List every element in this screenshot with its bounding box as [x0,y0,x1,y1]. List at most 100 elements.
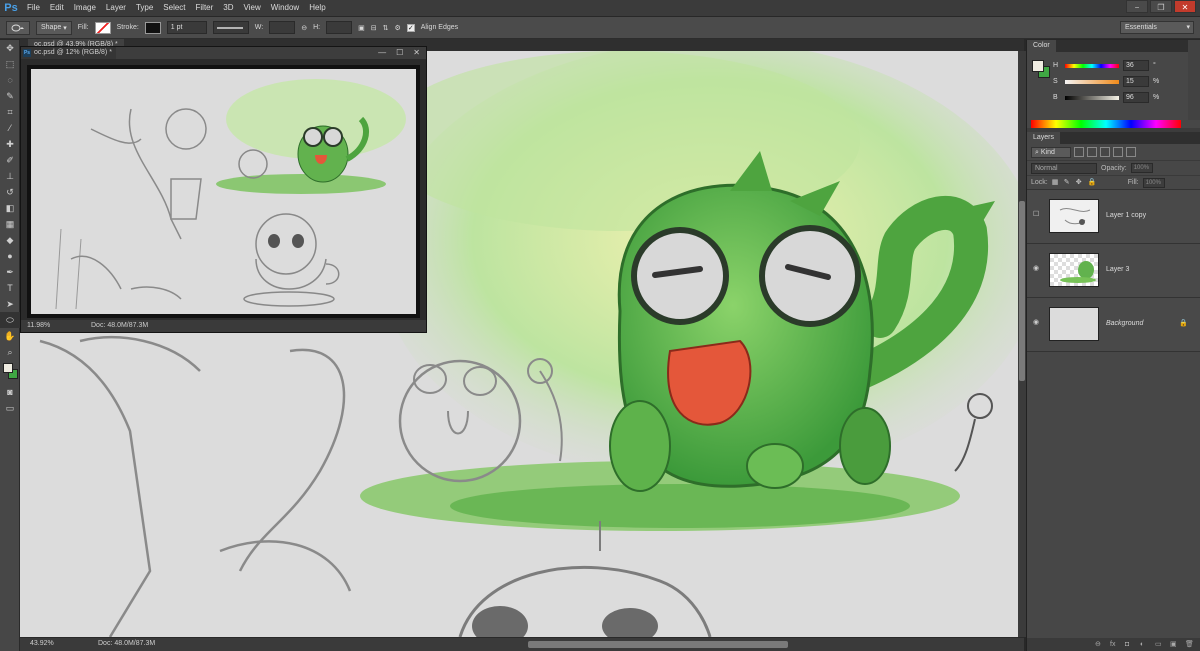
zoom-level[interactable]: 43.92% [30,640,54,647]
lock-all-icon[interactable]: 🔒 [1088,179,1097,187]
minimize-button[interactable]: − [1126,0,1148,13]
quick-select-tool-icon[interactable]: ✎ [0,88,20,104]
menu-layer[interactable]: Layer [101,0,131,16]
horizontal-scroll-thumb[interactable] [528,641,788,648]
layer-row[interactable]: ◉ Background 🔒 [1027,298,1200,352]
path-arrangement-icon[interactable]: ⇅ [383,24,389,32]
quick-mask-icon[interactable]: ◙ [0,384,20,400]
clone-stamp-tool-icon[interactable]: ⊥ [0,168,20,184]
lock-position-icon[interactable]: ✥ [1076,179,1084,187]
floating-window-titlebar[interactable]: Ps oc.psd @ 12% (RGB/8) * — ☐ ✕ [21,47,426,59]
dodge-tool-icon[interactable]: ● [0,248,20,264]
filter-adjustment-icon[interactable] [1087,147,1097,157]
blend-mode-select[interactable]: Normal [1031,162,1097,174]
gradient-tool-icon[interactable]: ▦ [0,216,20,232]
menu-select[interactable]: Select [158,0,190,16]
brush-tool-icon[interactable]: ✐ [0,152,20,168]
width-field[interactable] [269,21,296,34]
close-icon[interactable]: ✕ [413,48,420,57]
marquee-tool-icon[interactable]: ⬚ [0,56,20,72]
stroke-width-field[interactable]: 1 pt [166,21,207,34]
menu-type[interactable]: Type [131,0,158,16]
align-edges-checkbox[interactable]: ✓ [406,23,415,32]
type-tool-icon[interactable]: T [0,280,20,296]
filter-type-icon[interactable] [1100,147,1110,157]
move-tool-icon[interactable]: ✥ [0,40,20,56]
lasso-tool-icon[interactable]: ◌ [0,72,20,88]
adjustment-layer-icon[interactable]: ◐ [1140,641,1148,649]
tab-layers[interactable]: Layers [1027,132,1061,144]
new-group-icon[interactable]: ▭ [1155,641,1163,649]
saturation-slider[interactable] [1065,79,1119,84]
workspace-select[interactable]: Essentials ▾ [1120,21,1194,34]
menu-edit[interactable]: Edit [45,0,69,16]
screen-mode-icon[interactable]: ▭ [0,400,20,416]
close-button[interactable]: ✕ [1174,0,1196,13]
shape-mode-select[interactable]: Shape ▾ [36,20,72,35]
stroke-type-select[interactable] [212,21,249,34]
layer-name[interactable]: Layer 3 [1106,266,1129,273]
color-swatches[interactable] [0,360,20,384]
hand-tool-icon[interactable]: ✋ [0,328,20,344]
height-field[interactable] [326,21,353,34]
zoom-tool-icon[interactable]: ⌕ [0,344,20,360]
filter-pixel-icon[interactable] [1074,147,1084,157]
link-icon[interactable]: ⊖ [301,24,307,32]
menu-view[interactable]: View [239,0,266,16]
path-operations-icon[interactable]: ▣ [358,24,365,32]
filter-shape-icon[interactable] [1113,147,1123,157]
floating-window-tab[interactable]: Ps oc.psd @ 12% (RGB/8) * [21,47,116,59]
eye-icon[interactable]: ◉ [1033,264,1043,274]
path-alignment-icon[interactable]: ⊟ [371,24,377,32]
menu-help[interactable]: Help [304,0,330,16]
layer-row[interactable]: ☐ Layer 1 copy [1027,190,1200,244]
brightness-slider[interactable] [1065,95,1119,100]
layer-row[interactable]: ◉ Layer 3 [1027,244,1200,298]
tab-color[interactable]: Color [1027,40,1056,52]
lock-pixels-icon[interactable]: ✎ [1064,179,1072,187]
new-layer-icon[interactable]: ▣ [1170,641,1178,649]
history-brush-tool-icon[interactable]: ↺ [0,184,20,200]
fill-swatch[interactable] [94,21,111,34]
saturation-field[interactable]: 15 [1123,76,1149,87]
minimize-icon[interactable]: — [378,48,386,57]
vertical-scrollbar[interactable] [1018,51,1026,637]
tool-preset-picker[interactable] [6,20,30,35]
hue-field[interactable]: 36 [1123,60,1149,71]
fill-field[interactable]: 100% [1142,177,1165,188]
menu-file[interactable]: File [22,0,45,16]
layer-name[interactable]: Background [1106,320,1143,327]
crop-tool-icon[interactable]: ⌗ [0,104,20,120]
link-layers-icon[interactable]: ⊖ [1095,641,1103,649]
eyedropper-tool-icon[interactable]: ⁄ [0,120,20,136]
visibility-toggle-off[interactable]: ☐ [1033,210,1043,220]
ellipse-tool-icon[interactable]: ⬭ [0,312,20,328]
gear-icon[interactable]: ⚙ [394,24,400,32]
maximize-icon[interactable]: ☐ [396,48,403,57]
floating-canvas[interactable] [27,65,420,318]
filter-smart-object-icon[interactable] [1126,147,1136,157]
color-spectrum-ramp[interactable] [1031,120,1181,128]
menu-3d[interactable]: 3D [218,0,238,16]
hue-slider[interactable] [1065,63,1119,68]
layer-filter-select[interactable]: ⌕ Kind [1031,146,1071,158]
layer-name[interactable]: Layer 1 copy [1106,212,1146,219]
panel-foreground-swatch[interactable] [1032,60,1044,72]
menu-window[interactable]: Window [266,0,304,16]
floating-zoom-level[interactable]: 11.98% [27,322,50,329]
eraser-tool-icon[interactable]: ◧ [0,200,20,216]
menu-image[interactable]: Image [69,0,101,16]
foreground-color-swatch[interactable] [3,363,13,373]
eye-icon[interactable]: ◉ [1033,318,1043,328]
opacity-field[interactable]: 100% [1130,163,1153,173]
stroke-swatch[interactable] [144,21,161,34]
layer-style-icon[interactable]: fx [1110,641,1118,649]
healing-tool-icon[interactable]: ✚ [0,136,20,152]
blur-tool-icon[interactable]: ◆ [0,232,20,248]
path-select-tool-icon[interactable]: ➤ [0,296,20,312]
menu-filter[interactable]: Filter [191,0,219,16]
vertical-scroll-thumb[interactable] [1019,201,1025,381]
brightness-field[interactable]: 96 [1123,92,1149,103]
pen-tool-icon[interactable]: ✒ [0,264,20,280]
trash-icon[interactable]: 🗑 [1185,641,1194,649]
